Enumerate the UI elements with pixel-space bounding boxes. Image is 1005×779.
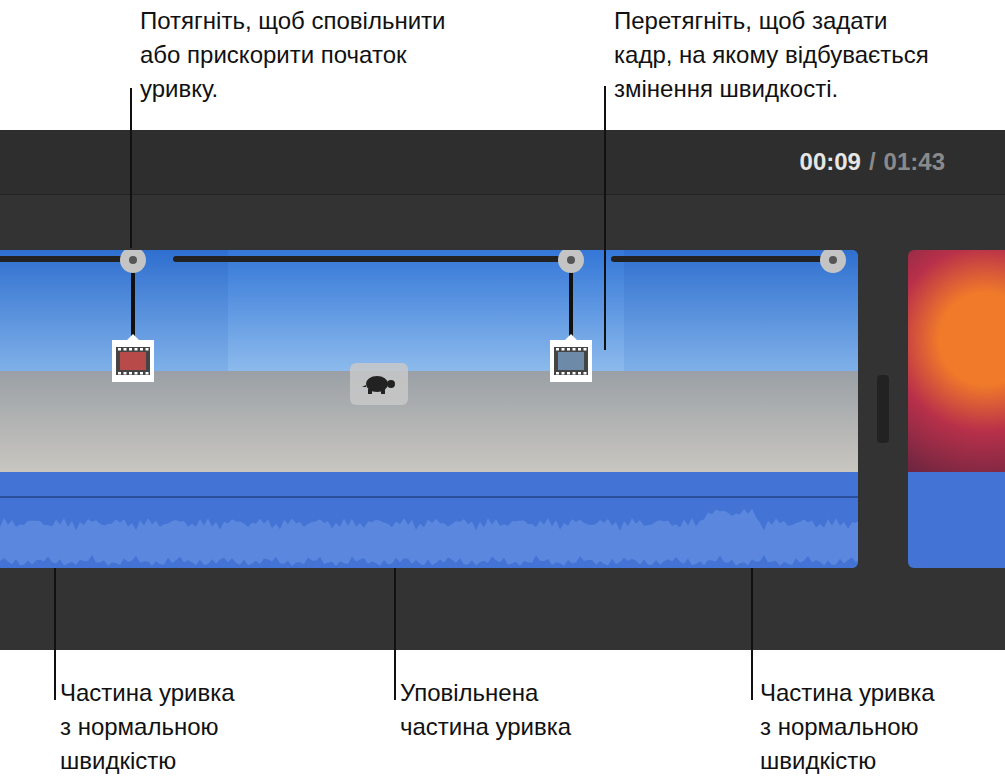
label-line: швидкістю	[60, 744, 235, 778]
label-pointer	[54, 568, 56, 700]
clip-segment[interactable]	[624, 250, 858, 472]
speed-handle[interactable]	[820, 250, 846, 273]
label-line: з нормальною	[60, 710, 235, 744]
audio-waveform	[0, 472, 858, 568]
callout-line: або прискорити початок	[140, 38, 445, 72]
total-time: 01:43	[884, 148, 945, 176]
frame-road	[228, 371, 624, 472]
speed-handle[interactable]	[558, 250, 584, 273]
callout-pointer	[604, 86, 606, 350]
next-clip-audio	[908, 472, 1005, 568]
callout-line: Потягніть, щоб сповільнити	[140, 4, 445, 38]
turtle-icon	[361, 372, 397, 396]
frame-road	[624, 371, 858, 472]
label-pointer	[751, 568, 753, 700]
segment-label: Частина уривказ нормальноюшвидкістю	[60, 676, 235, 778]
label-line: Частина уривка	[760, 676, 935, 710]
timeline-panel: 00:09 / 01:43	[0, 130, 1005, 650]
segment-label: Частина уривказ нормальноюшвидкістю	[760, 676, 935, 778]
current-time: 00:09	[800, 148, 861, 176]
label-line: Уповільнена	[400, 676, 571, 710]
timeline-track	[0, 195, 1005, 568]
label-pointer	[394, 568, 396, 700]
callout-line: уривку.	[140, 72, 445, 106]
time-separator: /	[869, 148, 876, 176]
top-callout: Потягніть, щоб сповільнитиабо прискорити…	[140, 4, 445, 106]
frame-road	[0, 371, 228, 472]
speed-change-marker[interactable]	[550, 270, 592, 382]
label-line: частина уривка	[400, 710, 571, 744]
slow-motion-badge	[350, 363, 408, 405]
label-line: з нормальною	[760, 710, 935, 744]
callout-line: Перетягніть, щоб задати	[614, 4, 929, 38]
segment-label: Уповільненачастина уривка	[400, 676, 571, 744]
speed-controls	[0, 250, 858, 568]
speed-handle[interactable]	[120, 250, 146, 273]
top-callout: Перетягніть, щоб задатикадр, на якому ві…	[614, 4, 929, 106]
imovie-speed-illustration: 00:09 / 01:43 Потягніть, щоб сповільнити…	[0, 0, 1005, 779]
callout-line: змінення швидкості.	[614, 72, 929, 106]
speed-change-marker[interactable]	[112, 270, 154, 382]
timeline-header: 00:09 / 01:43	[0, 130, 1005, 195]
scroll-handle[interactable]	[877, 375, 889, 443]
next-clip[interactable]	[908, 250, 1005, 568]
next-clip-frame	[908, 250, 1005, 472]
label-line: швидкістю	[760, 744, 935, 778]
video-clip[interactable]	[0, 250, 858, 568]
callout-line: кадр, на якому відбувається	[614, 38, 929, 72]
label-line: Частина уривка	[60, 676, 235, 710]
waveform-icon	[0, 472, 858, 568]
callout-pointer	[130, 88, 132, 248]
